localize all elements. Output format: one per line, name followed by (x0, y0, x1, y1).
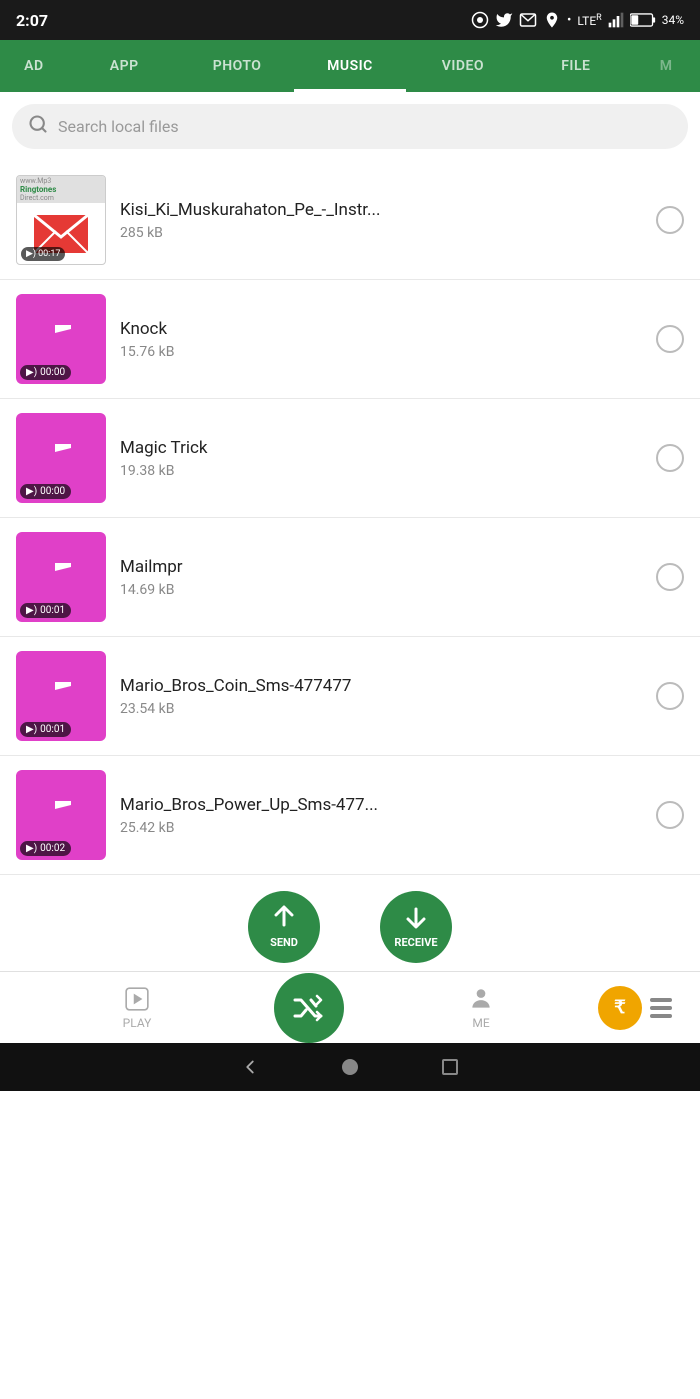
bottom-nav: PLAY ME ₹ (0, 971, 700, 1043)
file-name: Kisi_Ki_Muskurahaton_Pe_-_Instr... (120, 200, 642, 220)
status-icons: • LTER 34% (471, 11, 684, 29)
list-item[interactable]: ▶) 00:00 Knock 15.76 kB (0, 280, 700, 399)
search-bar[interactable]: Search local files (12, 104, 688, 149)
shuffle-icon (291, 990, 327, 1026)
list-item[interactable]: ▶) 00:00 Magic Trick 19.38 kB (0, 399, 700, 518)
file-info: Mailmpr 14.69 kB (120, 557, 642, 598)
tab-ad[interactable]: AD (0, 40, 68, 92)
nav-tabs: AD APP PHOTO MUSIC VIDEO FILE M (0, 40, 700, 92)
file-thumbnail: ▶) 00:00 (16, 413, 106, 503)
file-info: Kisi_Ki_Muskurahaton_Pe_-_Instr... 285 k… (120, 200, 642, 241)
battery-pct: 34% (662, 13, 684, 27)
user-icon (468, 986, 494, 1012)
recents-button[interactable] (430, 1047, 470, 1087)
search-placeholder: Search local files (58, 117, 179, 136)
location-icon (543, 11, 561, 29)
file-thumbnail: ▶) 00:01 (16, 651, 106, 741)
tab-photo[interactable]: PHOTO (181, 40, 294, 92)
file-size: 23.54 kB (120, 701, 642, 717)
status-bar: 2:07 • LTER 34% (0, 0, 700, 40)
select-radio[interactable] (656, 444, 684, 472)
duration-badge: ▶) 00:00 (20, 365, 71, 380)
file-thumbnail: ▶) 00:02 (16, 770, 106, 860)
file-thumbnail: ▶) 00:00 (16, 294, 106, 384)
coin-button[interactable]: ₹ (598, 986, 642, 1030)
select-radio[interactable] (656, 682, 684, 710)
chrome-icon (471, 11, 489, 29)
signal-icon (608, 12, 624, 28)
file-name: Mailmpr (120, 557, 642, 577)
system-nav (0, 1043, 700, 1091)
select-radio[interactable] (656, 206, 684, 234)
send-button[interactable]: SEND (248, 891, 320, 963)
list-item[interactable]: www.Mp3 Ringtones Direct.com ▶) 00:17 (0, 161, 700, 280)
tab-more[interactable]: M (632, 40, 700, 92)
file-size: 14.69 kB (120, 582, 642, 598)
mail-icon (519, 11, 537, 29)
nav-play[interactable]: PLAY (20, 986, 254, 1030)
file-thumbnail: www.Mp3 Ringtones Direct.com ▶) 00:17 (16, 175, 106, 265)
file-name: Mario_Bros_Power_Up_Sms-477... (120, 795, 642, 815)
play-label: PLAY (123, 1016, 152, 1030)
home-button[interactable] (330, 1047, 370, 1087)
duration-badge: ▶) 00:00 (20, 484, 71, 499)
duration-badge: ▶) 00:02 (20, 841, 71, 856)
file-info: Magic Trick 19.38 kB (120, 438, 642, 479)
file-info: Mario_Bros_Coin_Sms-477477 23.54 kB (120, 676, 642, 717)
file-thumbnail: ▶) 00:01 (16, 532, 106, 622)
receive-button[interactable]: RECEIVE (380, 891, 452, 963)
list-item[interactable]: ▶) 00:01 Mailmpr 14.69 kB (0, 518, 700, 637)
file-name: Mario_Bros_Coin_Sms-477477 (120, 676, 642, 696)
signal-text: LTER (577, 13, 601, 28)
menu-bars[interactable] (650, 998, 672, 1018)
tab-file[interactable]: FILE (519, 40, 632, 92)
file-size: 285 kB (120, 225, 642, 241)
play-icon (124, 986, 150, 1012)
tab-app[interactable]: APP (68, 40, 181, 92)
battery-icon (630, 12, 656, 28)
me-label: ME (472, 1016, 489, 1030)
nav-me[interactable]: ME (364, 986, 598, 1030)
duration-badge: ▶) 00:01 (20, 722, 71, 737)
file-info: Mario_Bros_Power_Up_Sms-477... 25.42 kB (120, 795, 642, 836)
select-radio[interactable] (656, 563, 684, 591)
file-size: 15.76 kB (120, 344, 642, 360)
list-item[interactable]: ▶) 00:02 Mario_Bros_Power_Up_Sms-477... … (0, 756, 700, 875)
tab-video[interactable]: VIDEO (406, 40, 519, 92)
action-buttons: SEND RECEIVE (0, 875, 700, 971)
twitter-icon (495, 11, 513, 29)
select-radio[interactable] (656, 801, 684, 829)
duration-badge: ▶) 00:01 (20, 603, 71, 618)
file-name: Magic Trick (120, 438, 642, 458)
select-radio[interactable] (656, 325, 684, 353)
tab-music[interactable]: MUSIC (294, 40, 407, 92)
file-size: 25.42 kB (120, 820, 642, 836)
back-button[interactable] (230, 1047, 270, 1087)
time: 2:07 (16, 11, 48, 30)
dot: • (567, 13, 571, 28)
shuffle-button[interactable] (274, 973, 344, 1043)
file-name: Knock (120, 319, 642, 339)
list-item[interactable]: ▶) 00:01 Mario_Bros_Coin_Sms-477477 23.5… (0, 637, 700, 756)
file-info: Knock 15.76 kB (120, 319, 642, 360)
file-list: www.Mp3 Ringtones Direct.com ▶) 00:17 (0, 161, 700, 875)
search-icon (28, 114, 48, 139)
file-size: 19.38 kB (120, 463, 642, 479)
